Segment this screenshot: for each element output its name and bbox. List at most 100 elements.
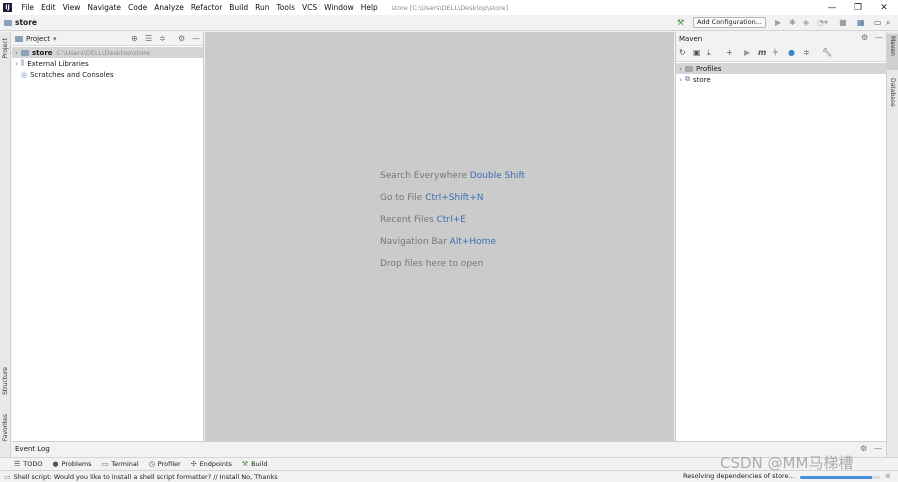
breadcrumb[interactable]: store [4, 18, 37, 27]
chevron-right-icon[interactable]: › [676, 76, 685, 84]
menu-build[interactable]: Build [226, 3, 252, 12]
terminal-button[interactable]: ▭ Terminal [102, 460, 139, 468]
tree-item-label: store [693, 75, 711, 84]
profile-icon[interactable]: ◔▾ [817, 18, 828, 28]
tab-maven-active[interactable]: Maven [887, 34, 898, 70]
hint-search-everywhere: Search Everywhere Double Shift [380, 171, 526, 181]
menu-refactor[interactable]: Refactor [187, 3, 225, 12]
minimize-button[interactable]: — [818, 0, 846, 15]
hide-icon[interactable]: — [192, 34, 200, 43]
skip-tests-icon[interactable]: ● [788, 48, 795, 57]
hide-icon[interactable]: — [874, 444, 882, 453]
tab-project[interactable]: Project [2, 38, 9, 59]
cancel-progress-icon[interactable]: ⊗ [885, 472, 891, 480]
chevron-down-icon[interactable]: ▾ [53, 35, 57, 43]
project-structure-icon[interactable]: ▦ [857, 18, 865, 28]
event-log-title[interactable]: Event Log [15, 445, 50, 453]
menu-vcs[interactable]: VCS [298, 3, 320, 12]
add-configuration-button[interactable]: Add Configuration... [693, 17, 766, 28]
chevron-right-icon[interactable]: › [12, 49, 21, 57]
tab-favorites[interactable]: Favorites [2, 414, 9, 441]
tree-item-label: External Libraries [27, 59, 89, 68]
menu-edit[interactable]: Edit [38, 3, 60, 12]
add-icon[interactable]: + [726, 48, 733, 57]
collapse-all-icon[interactable]: ≑ [159, 34, 166, 43]
notification-icon[interactable]: ▭ [4, 473, 11, 481]
hint-drop-files: Drop files here to open [380, 259, 484, 269]
menu-view[interactable]: View [59, 3, 84, 12]
restore-button[interactable]: ❐ [844, 0, 872, 15]
editor-area[interactable]: Search Everywhere Double Shift Go to Fil… [205, 32, 674, 441]
hide-icon[interactable]: — [875, 33, 883, 42]
chevron-right-icon[interactable]: › [676, 65, 685, 73]
maven-tree-profiles[interactable]: › Profiles [676, 63, 886, 74]
profiler-button[interactable]: ◷ Profiler [149, 460, 181, 468]
locate-icon[interactable]: ⊕ [131, 34, 138, 43]
endpoints-button[interactable]: ✣ Endpoints [191, 460, 232, 468]
maven-title: Maven [679, 34, 703, 43]
todo-button[interactable]: ☰ TODO [14, 460, 43, 468]
project-panel-header: Project ▾ ⊕ ☰ ≑ ⚙ — [12, 32, 203, 46]
toggle-offline-icon[interactable]: ⫩ [773, 48, 778, 58]
menu-code[interactable]: Code [125, 3, 151, 12]
coverage-icon[interactable]: ◈ [803, 18, 809, 28]
hammer-icon[interactable]: ⚒ [677, 18, 684, 28]
right-tool-stripe: Maven Database [886, 32, 898, 460]
tree-item-label: Profiles [696, 64, 722, 73]
tree-item-external-libraries[interactable]: › ⫼ External Libraries [12, 58, 203, 69]
window-title: store [C:\Users\DELL\Desktop\store] [391, 3, 509, 12]
hint-recent-files: Recent Files Ctrl+E [380, 215, 466, 225]
run-icon[interactable]: ▶ [775, 18, 781, 28]
project-view-selector[interactable]: Project [26, 35, 50, 43]
problems-button[interactable]: ● Problems [53, 460, 92, 468]
execute-goal-icon[interactable]: m [758, 48, 766, 57]
gear-icon[interactable]: ⚙ [861, 33, 868, 42]
close-button[interactable]: ✕ [870, 0, 898, 15]
tab-maven[interactable]: Maven [889, 36, 896, 56]
maven-module-icon: ⧉ [685, 75, 690, 83]
generate-sources-icon[interactable]: ▣ [693, 48, 701, 57]
menu-tools[interactable]: Tools [273, 3, 298, 12]
project-icon [15, 35, 23, 42]
watermark: CSDN @MM马梯槽 [720, 454, 854, 472]
tree-item-store[interactable]: › store C:\Users\DELL\Desktop\store [12, 47, 203, 58]
gear-icon[interactable]: ⚙ [860, 444, 867, 453]
download-icon[interactable]: ⤓ [707, 48, 711, 58]
stop-icon[interactable]: ■ [839, 18, 847, 28]
tab-database[interactable]: Database [889, 78, 896, 107]
project-panel: Project ▾ ⊕ ☰ ≑ ⚙ — › store C:\Users\DEL… [12, 32, 204, 441]
maven-tree-store[interactable]: › ⧉ store [676, 74, 886, 85]
title-bar: IJ File Edit View Navigate Code Analyze … [0, 0, 898, 15]
menu-file[interactable]: File [18, 3, 38, 12]
navigation-bar: store ⚒ Add Configuration... ▶ ✱ ◈ ◔▾ ■ … [0, 15, 898, 31]
status-message[interactable]: Shell script: Would you like to install … [14, 473, 278, 481]
tree-item-label: Scratches and Consoles [30, 70, 114, 79]
gear-icon[interactable]: ⚙ [178, 34, 185, 43]
reload-icon[interactable]: ↻ [679, 48, 686, 57]
maven-toolbar: ↻ ▣ ⤓ + ▶ m ⫩ ● ≑ 🔧︎ [676, 45, 886, 62]
search-icon[interactable]: ⌕ [886, 18, 890, 28]
run-icon[interactable]: ▶ [744, 48, 750, 57]
tree-item-scratches[interactable]: ◎ Scratches and Consoles [12, 69, 203, 80]
menu-window[interactable]: Window [321, 3, 358, 12]
list-icon: ☰ [14, 460, 21, 468]
module-folder-icon [21, 49, 29, 56]
tree-item-label: store [32, 48, 53, 57]
tab-structure[interactable]: Structure [2, 367, 9, 395]
wrench-icon[interactable]: 🔧︎ [822, 48, 832, 57]
menu-run[interactable]: Run [252, 3, 273, 12]
maven-panel-header: Maven ⚙ — [676, 32, 886, 45]
endpoints-icon: ✣ [190, 460, 197, 468]
layout-icon[interactable]: ▭ [874, 18, 882, 28]
menu-navigate[interactable]: Navigate [84, 3, 125, 12]
menu-help[interactable]: Help [357, 3, 381, 12]
chevron-right-icon[interactable]: › [12, 60, 21, 68]
maven-panel: Maven ⚙ — ↻ ▣ ⤓ + ▶ m ⫩ ● ≑ 🔧︎ › Profile… [675, 32, 886, 441]
expand-all-icon[interactable]: ☰ [145, 34, 152, 43]
collapse-all-icon[interactable]: ≑ [803, 48, 810, 57]
hint-go-to-file: Go to File Ctrl+Shift+N [380, 193, 484, 203]
build-button[interactable]: ⚒ Build [242, 460, 268, 468]
debug-icon[interactable]: ✱ [789, 18, 796, 28]
progress-bar[interactable] [800, 476, 880, 479]
menu-analyze[interactable]: Analyze [151, 3, 188, 12]
